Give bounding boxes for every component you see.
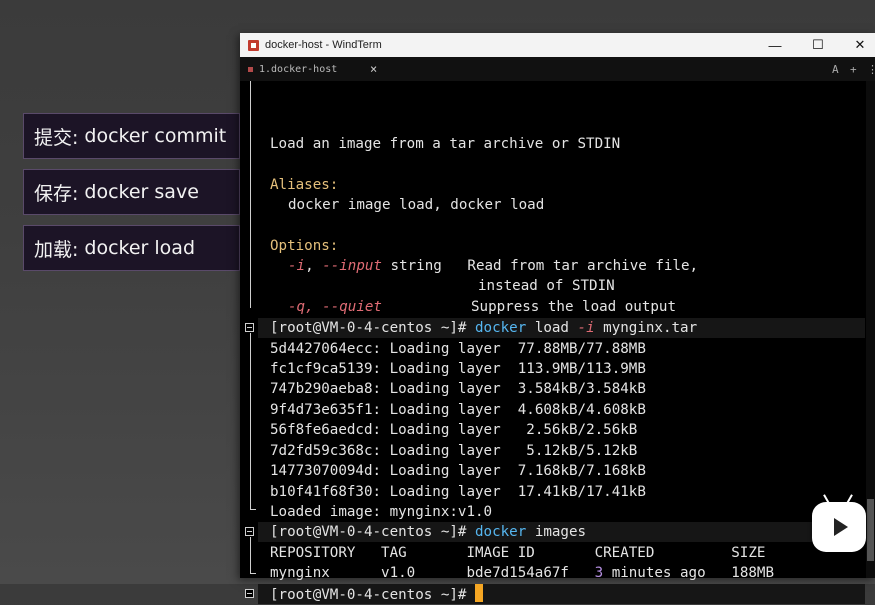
fold-toggle-icon[interactable] [245,323,254,332]
tab-docker-host[interactable]: 1.docker-host × [240,57,393,81]
layer-line: 9f4d73e635f1: Loading layer 4.608kB/4.60… [270,402,646,418]
help-description: Load an image from a tar archive or STDI… [270,136,621,152]
label-prefix: 加载: [34,238,79,261]
scrollbar-thumb[interactable] [867,499,874,561]
prompt-line-images: [root@VM-0-4-centos ~]# docker images [270,522,586,542]
font-icon[interactable]: A [832,57,839,81]
aliases-label: Aliases: [270,177,339,193]
option-quiet-desc: Suppress the load output [471,299,676,315]
cmd-arg: mynginx.tar [603,320,698,336]
prompt: [root@VM-0-4-centos ~]# [270,587,467,603]
loaded-image-line: Loaded image: mynginx:v1.0 [270,504,493,520]
new-tab-icon[interactable]: + [850,57,857,81]
fold-line [250,509,256,510]
cmd-sub: images [534,524,587,540]
cmd-sub: load [534,320,569,336]
fold-gutter [244,81,258,598]
option-long: --input [322,258,382,274]
label-text: docker commit [84,125,227,147]
terminal-output[interactable]: Load an image from a tar archive or STDI… [240,81,875,604]
option-quiet: -q, --quiet [288,299,382,315]
fold-line [250,333,251,509]
prompt-line-load: [root@VM-0-4-centos ~]# docker load -i m… [270,318,697,338]
label-text: docker save [84,181,199,203]
fold-line [250,537,251,573]
prompt: [root@VM-0-4-centos ~]# [270,320,467,336]
play-icon [834,518,848,536]
more-icon[interactable]: ⋮ [867,57,875,81]
maximize-button[interactable]: ☐ [798,33,838,57]
slide-label-load: 加载: docker load [23,225,240,271]
layer-line: 56f8fe6aedcd: Loading layer 2.56kB/2.56k… [270,422,638,438]
option-desc: Read from tar archive file, [467,258,699,274]
prompt-line-current[interactable]: [root@VM-0-4-centos ~]# [270,584,484,604]
layer-line: fc1cf9ca5139: Loading layer 113.9MB/113.… [270,361,646,377]
vertical-scrollbar[interactable] [866,81,875,578]
layer-line: 7d2fd59c368c: Loading layer 5.12kB/5.12k… [270,443,638,459]
close-button[interactable]: ✕ [840,33,875,57]
layer-line: 14773070094d: Loading layer 7.168kB/7.16… [270,463,646,479]
text-cursor [475,584,484,602]
minimize-button[interactable]: — [755,33,795,57]
video-player-badge-icon [812,502,866,552]
option-input-desc2: instead of STDIN [478,278,615,294]
tab-label: 1.docker-host [259,63,338,75]
cmd-flag: -i [577,320,595,336]
option-input-row: -i, --input string Read from tar archive… [288,258,699,274]
label-text: docker load [84,237,196,259]
fold-toggle-icon[interactable] [245,527,254,536]
option-type: string [390,258,442,274]
tab-close-icon[interactable]: × [370,62,377,76]
fold-line [250,81,251,308]
slide-label-save: 保存: docker save [23,169,240,215]
fold-toggle-icon[interactable] [245,589,254,598]
layer-line: 747b290aeba8: Loading layer 3.584kB/3.58… [270,381,646,397]
prompt: [root@VM-0-4-centos ~]# [270,524,467,540]
label-prefix: 提交: [34,126,79,149]
layer-line: 5d4427064ecc: Loading layer 77.88MB/77.8… [270,341,646,357]
options-label: Options: [270,238,339,254]
tab-bar: 1.docker-host × A + ⋮ [240,57,875,81]
tab-status-icon [248,66,253,72]
cmd-bin: docker [475,524,527,540]
title-bar[interactable]: docker-host - WindTerm — ☐ ✕ [240,33,875,57]
layer-line: b10f41f68f30: Loading layer 17.41kB/17.4… [270,484,646,500]
windterm-app-icon [248,39,259,51]
label-prefix: 保存: [34,182,79,205]
images-header: REPOSITORY TAG IMAGE ID CREATED SIZE [270,545,766,561]
fold-line [250,573,256,574]
aliases-text: docker image load, docker load [288,197,545,213]
windterm-window: docker-host - WindTerm — ☐ ✕ 1.docker-ho… [240,33,875,604]
option-short: -i [288,258,306,274]
slide-label-commit: 提交: docker commit [23,113,240,159]
images-row: mynginx v1.0 bde7d154a67f 3 minutes ago … [270,565,774,581]
cmd-bin: docker [475,320,527,336]
window-title: docker-host - WindTerm [265,39,382,51]
